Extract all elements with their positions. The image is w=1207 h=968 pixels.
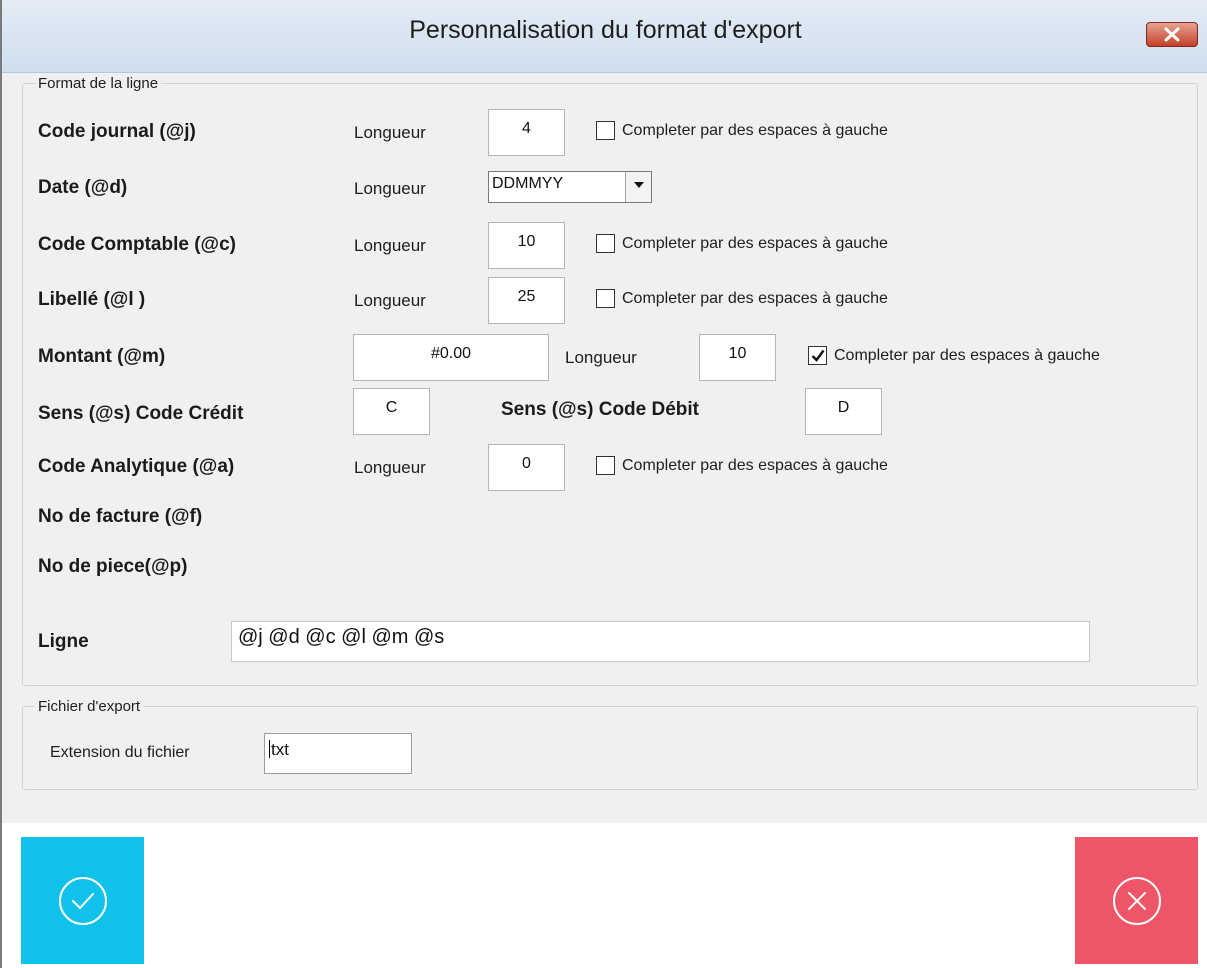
libelle-length-input[interactable]: 25 (488, 277, 565, 324)
ligne-label: Ligne (38, 631, 89, 652)
extension-label: Extension du fichier (50, 744, 190, 761)
format-ligne-legend: Format de la ligne (38, 75, 159, 92)
code-analytique-label: Code Analytique (@a) (38, 456, 235, 477)
montant-pad-label: Completer par des espaces à gauche (834, 346, 1100, 364)
code-analytique-pad-label: Completer par des espaces à gauche (622, 456, 888, 474)
checkmark-icon (811, 349, 825, 362)
libelle-pad-label: Completer par des espaces à gauche (622, 289, 888, 307)
code-comptable-label: Code Comptable (@c) (38, 234, 236, 255)
date-format-value: DDMMYY (492, 175, 564, 192)
sens-debit-label: Sens (@s) Code Débit (501, 399, 699, 420)
code-journal-length-input[interactable]: 4 (488, 109, 565, 156)
montant-label: Montant (@m) (38, 346, 166, 367)
code-comptable-pad-checkbox[interactable]: Completer par des espaces à gauche (596, 234, 888, 253)
montant-format-input[interactable]: #0.00 (353, 334, 549, 381)
checkbox-box[interactable] (596, 234, 615, 253)
check-circle-icon (59, 877, 107, 925)
window-title: Personnalisation du format d'export (409, 16, 802, 44)
ok-button[interactable] (21, 837, 144, 964)
montant-longueur-label: Longueur (565, 348, 637, 367)
date-longueur-label: Longueur (354, 179, 426, 198)
text-caret (269, 740, 270, 758)
libelle-label: Libellé (@l ) (38, 289, 146, 310)
ligne-input[interactable]: @j @d @c @l @m @s (231, 621, 1090, 662)
code-analytique-pad-checkbox[interactable]: Completer par des espaces à gauche (596, 456, 888, 475)
code-comptable-longueur-label: Longueur (354, 236, 426, 255)
title-bar: Personnalisation du format d'export (2, 0, 1207, 73)
code-comptable-pad-label: Completer par des espaces à gauche (622, 234, 888, 252)
montant-pad-checkbox[interactable]: Completer par des espaces à gauche (808, 346, 1100, 365)
checkbox-box[interactable] (596, 121, 615, 140)
no-piece-label: No de piece(@p) (38, 556, 188, 577)
x-circle-icon (1113, 877, 1161, 925)
checkbox-box[interactable] (808, 346, 827, 365)
code-journal-pad-label: Completer par des espaces à gauche (622, 121, 888, 139)
cancel-button[interactable] (1075, 837, 1198, 964)
fichier-export-legend: Fichier d'export (38, 698, 141, 715)
chevron-down-icon (634, 182, 644, 188)
code-journal-pad-checkbox[interactable]: Completer par des espaces à gauche (596, 121, 888, 140)
code-journal-longueur-label: Longueur (354, 123, 426, 142)
no-facture-label: No de facture (@f) (38, 506, 203, 527)
code-analytique-longueur-label: Longueur (354, 458, 426, 477)
sens-credit-input[interactable]: C (353, 388, 430, 435)
code-comptable-length-input[interactable]: 10 (488, 222, 565, 269)
sens-debit-input[interactable]: D (805, 388, 882, 435)
dropdown-button[interactable] (625, 172, 651, 202)
code-analytique-length-input[interactable]: 0 (488, 444, 565, 491)
format-ligne-group: Format de la ligne (22, 75, 1198, 686)
fichier-export-group: Fichier d'export (22, 698, 1198, 790)
extension-value: txt (271, 740, 289, 759)
checkbox-box[interactable] (596, 456, 615, 475)
libelle-longueur-label: Longueur (354, 291, 426, 310)
close-button[interactable] (1146, 22, 1198, 47)
sens-credit-label: Sens (@s) Code Crédit (38, 403, 244, 424)
montant-length-input[interactable]: 10 (699, 334, 776, 381)
dialog-body: Format de la ligne Code journal (@j) Lon… (2, 73, 1207, 823)
libelle-pad-checkbox[interactable]: Completer par des espaces à gauche (596, 289, 888, 308)
checkbox-box[interactable] (596, 289, 615, 308)
date-label: Date (@d) (38, 177, 128, 198)
extension-input[interactable]: txt (264, 733, 412, 774)
close-icon (1164, 27, 1180, 42)
code-journal-label: Code journal (@j) (38, 121, 196, 142)
export-format-dialog: Personnalisation du format d'export Form… (0, 0, 1207, 968)
date-format-select[interactable]: DDMMYY (488, 171, 652, 203)
